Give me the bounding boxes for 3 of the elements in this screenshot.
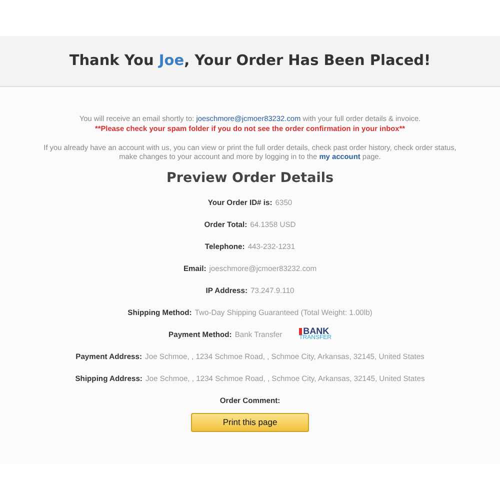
details-title: Preview Order Details	[166, 170, 334, 186]
page-title: Thank You Joe, Your Order Has Been Placed!	[69, 53, 431, 69]
print-button[interactable]: Print this page	[191, 412, 309, 432]
